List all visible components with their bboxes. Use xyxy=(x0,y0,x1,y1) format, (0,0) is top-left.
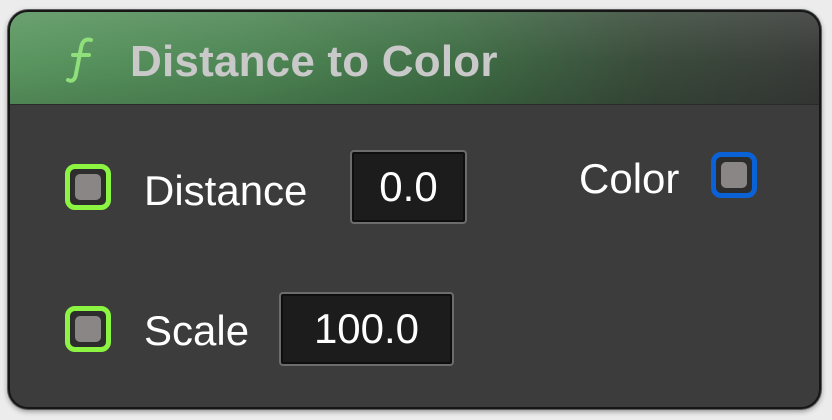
pin-core xyxy=(75,316,101,342)
scale-value-field[interactable]: 100.0 xyxy=(279,292,454,366)
node-title: Distance to Color xyxy=(130,37,498,86)
scale-input-pin[interactable] xyxy=(65,306,111,352)
distance-value-field[interactable]: 0.0 xyxy=(350,150,467,224)
color-output-pin[interactable] xyxy=(711,152,757,198)
distance-label: Distance xyxy=(144,167,308,214)
scale-label: Scale xyxy=(144,307,250,354)
color-label: Color xyxy=(579,155,680,202)
distance-to-color-node[interactable]: Distance to Color Distance 0.0 Scale 100… xyxy=(8,10,821,409)
pin-core xyxy=(721,162,747,188)
node-header[interactable]: Distance to Color xyxy=(10,12,819,105)
pin-core xyxy=(75,174,101,200)
distance-input-pin[interactable] xyxy=(65,164,111,210)
function-icon xyxy=(64,34,98,84)
